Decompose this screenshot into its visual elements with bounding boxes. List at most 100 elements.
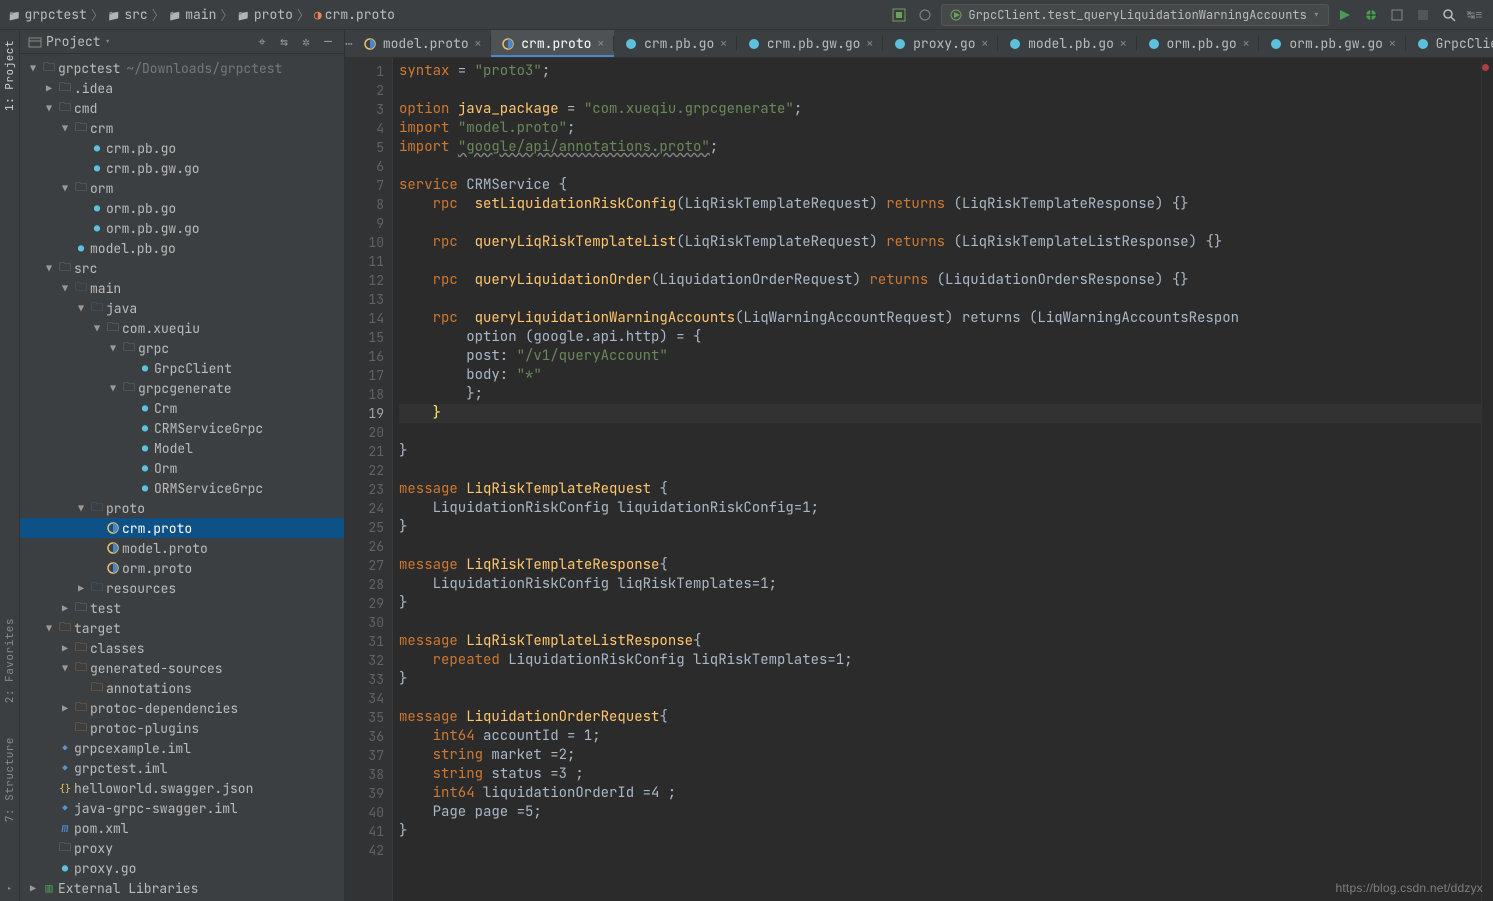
tree-node[interactable]: ▼🗀main — [20, 278, 344, 298]
tree-node[interactable]: ▶🗀resources — [20, 578, 344, 598]
code-line[interactable] — [399, 841, 1481, 860]
line-number[interactable]: 27 — [345, 556, 384, 575]
search-icon[interactable] — [1439, 5, 1459, 25]
tree-arrow-icon[interactable]: ▼ — [106, 382, 120, 395]
code-line[interactable]: service CRMService { — [399, 176, 1481, 195]
code-line[interactable] — [399, 290, 1481, 309]
code-line[interactable]: body: "*" — [399, 366, 1481, 385]
tree-node[interactable]: helloworld.swagger.json — [20, 778, 344, 798]
project-tree[interactable]: ▼🗀grpctest~/Downloads/grpctest▶🗀.idea▼🗀c… — [20, 54, 344, 901]
tree-node[interactable]: ▼🗀generated-sources — [20, 658, 344, 678]
close-icon[interactable]: ✕ — [982, 37, 989, 51]
tree-arrow-icon[interactable]: ▼ — [74, 502, 88, 515]
close-icon[interactable]: ✕ — [1120, 37, 1127, 51]
collapse-icon[interactable]: ⇆ — [276, 34, 292, 50]
target-icon[interactable]: ⌖ — [254, 34, 270, 50]
editor-tab[interactable]: model.pb.go✕ — [998, 30, 1136, 57]
code-line[interactable]: message LiqRiskTemplateListResponse{ — [399, 632, 1481, 651]
tree-node[interactable]: orm.proto — [20, 558, 344, 578]
line-number[interactable]: 35 — [345, 708, 384, 727]
line-number[interactable]: 22 — [345, 461, 384, 480]
line-number[interactable]: 9 — [345, 214, 384, 233]
line-number[interactable]: 12 — [345, 271, 384, 290]
line-number[interactable]: 2 — [345, 81, 384, 100]
chevron-down-icon[interactable]: ▾ — [105, 35, 111, 48]
line-number[interactable]: 19 — [345, 404, 384, 423]
tool-tab-favorites[interactable]: 2: Favorites — [3, 618, 17, 703]
line-number[interactable]: 3 — [345, 100, 384, 119]
line-number[interactable]: 17 — [345, 366, 384, 385]
code-line[interactable]: message LiqRiskTemplateResponse{ — [399, 556, 1481, 575]
breadcrumb-item[interactable]: src — [108, 6, 148, 23]
line-number[interactable]: 14 — [345, 309, 384, 328]
tree-arrow-icon[interactable]: ▼ — [58, 182, 72, 195]
code-line[interactable] — [399, 689, 1481, 708]
tree-node[interactable]: ▼🗀grpcgenerate — [20, 378, 344, 398]
line-number[interactable]: 42 — [345, 841, 384, 860]
tree-node[interactable]: ▼🗀src — [20, 258, 344, 278]
tree-node[interactable]: ▼🗀target — [20, 618, 344, 638]
line-number[interactable]: 13 — [345, 290, 384, 309]
line-number[interactable]: 25 — [345, 518, 384, 537]
tree-node[interactable]: java-grpc-swagger.iml — [20, 798, 344, 818]
tree-arrow-icon[interactable]: ▼ — [90, 322, 104, 335]
breadcrumb-item[interactable]: main — [169, 6, 217, 23]
tree-arrow-icon[interactable]: ▼ — [58, 282, 72, 295]
code-line[interactable]: post: "/v1/queryAccount" — [399, 347, 1481, 366]
tree-node[interactable]: CRMServiceGrpc — [20, 418, 344, 438]
code-line[interactable]: rpc queryLiquidationOrder(LiquidationOrd… — [399, 271, 1481, 290]
tree-node[interactable]: ▶🗀test — [20, 598, 344, 618]
tabs-overflow-left-icon[interactable]: ⋯ — [345, 30, 353, 57]
close-icon[interactable]: ✕ — [1243, 37, 1250, 51]
code-line[interactable]: LiquidationRiskConfig liqRiskTemplates=1… — [399, 575, 1481, 594]
line-number[interactable]: 6 — [345, 157, 384, 176]
gear-icon[interactable]: ✲ — [298, 34, 314, 50]
close-icon[interactable]: ✕ — [597, 37, 604, 51]
close-icon[interactable]: ✕ — [475, 37, 482, 51]
tree-node[interactable]: ORMServiceGrpc — [20, 478, 344, 498]
code-line[interactable] — [399, 214, 1481, 233]
line-number[interactable]: 5 — [345, 138, 384, 157]
tree-node[interactable]: crm.pb.gw.go — [20, 158, 344, 178]
tree-node[interactable]: Model — [20, 438, 344, 458]
code-line[interactable]: option java_package = "com.xueqiu.grpcge… — [399, 100, 1481, 119]
tree-node[interactable]: Crm — [20, 398, 344, 418]
tree-node[interactable]: ▶External Libraries — [20, 878, 344, 898]
line-number[interactable]: 29 — [345, 594, 384, 613]
tree-node[interactable]: 🗀annotations — [20, 678, 344, 698]
code-line[interactable]: rpc setLiquidationRiskConfig(LiqRiskTemp… — [399, 195, 1481, 214]
line-number[interactable]: 33 — [345, 670, 384, 689]
coverage-icon[interactable] — [1387, 5, 1407, 25]
code-line[interactable] — [399, 613, 1481, 632]
tree-node[interactable]: 🗀protoc-plugins — [20, 718, 344, 738]
code-line[interactable]: } — [399, 594, 1481, 613]
code-line[interactable]: import "google/api/annotations.proto"; — [399, 138, 1481, 157]
editor-tab[interactable]: crm.pb.go✕ — [614, 30, 737, 57]
code-line[interactable] — [399, 81, 1481, 100]
tree-node[interactable]: grpctest.iml — [20, 758, 344, 778]
run-icon[interactable] — [1335, 5, 1355, 25]
line-number[interactable]: 23 — [345, 480, 384, 499]
tree-arrow-icon[interactable]: ▼ — [74, 302, 88, 315]
tree-arrow-icon[interactable]: ▼ — [42, 102, 56, 115]
line-number[interactable]: 7 — [345, 176, 384, 195]
code-editor[interactable]: syntax = "proto3"; option java_package =… — [393, 58, 1481, 901]
tree-node[interactable]: ▼🗀proto — [20, 498, 344, 518]
tree-node[interactable]: ▼🗀orm — [20, 178, 344, 198]
tree-arrow-icon[interactable]: ▼ — [58, 122, 72, 135]
menu-icon[interactable]: ↹≡ — [1465, 5, 1485, 25]
tree-node[interactable]: orm.pb.gw.go — [20, 218, 344, 238]
tree-node[interactable]: proxy.go — [20, 858, 344, 878]
make-icon[interactable] — [889, 5, 909, 25]
line-number[interactable]: 24 — [345, 499, 384, 518]
line-number[interactable]: 38 — [345, 765, 384, 784]
editor-tab[interactable]: GrpcClient.java✕ — [1406, 30, 1493, 57]
line-number[interactable]: 39 — [345, 784, 384, 803]
tree-node[interactable]: orm.pb.go — [20, 198, 344, 218]
error-stripe[interactable] — [1481, 58, 1493, 901]
code-line[interactable]: syntax = "proto3"; — [399, 62, 1481, 81]
tree-node[interactable]: ▼🗀crm — [20, 118, 344, 138]
line-number[interactable]: 18 — [345, 385, 384, 404]
tree-arrow-icon[interactable]: ▼ — [106, 342, 120, 355]
tree-arrow-icon[interactable]: ▼ — [42, 262, 56, 275]
